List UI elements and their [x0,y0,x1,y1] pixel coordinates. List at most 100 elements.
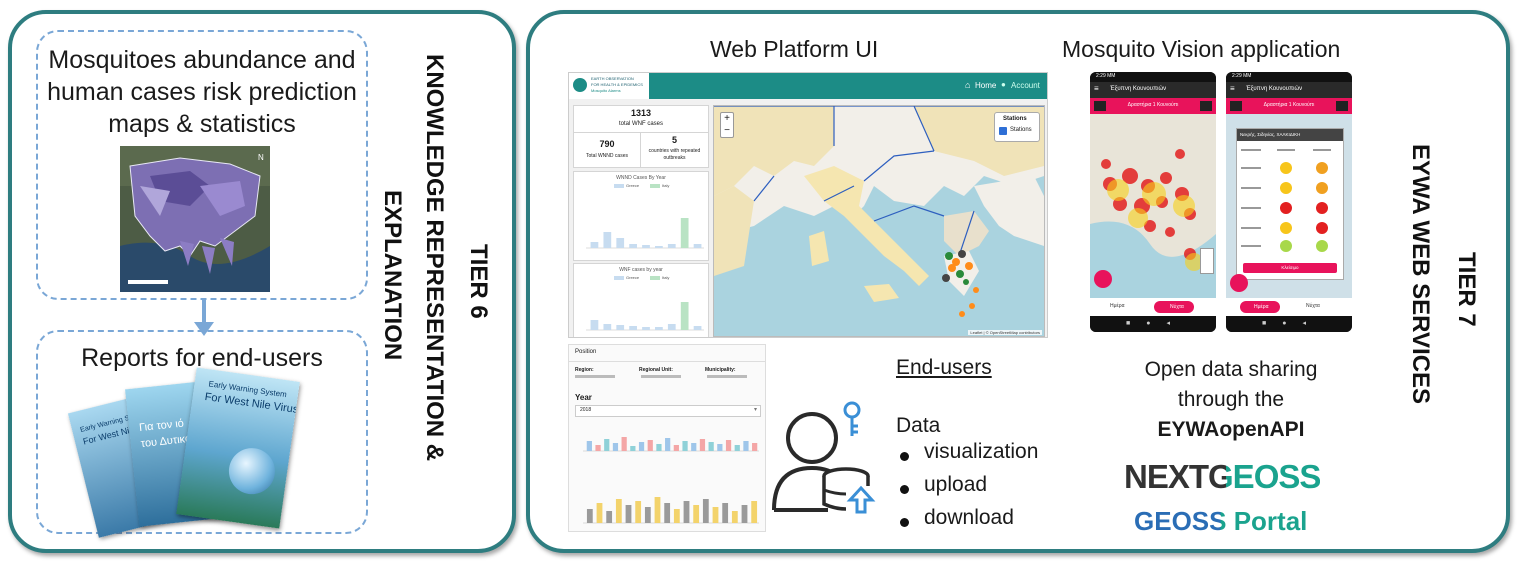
phone-left-heatmap[interactable] [1090,114,1216,298]
phone-right: 2:29 ΜΜ ≡ Έξυπνη Κουνουπιών Δραστήρια 1 … [1226,72,1352,332]
details-top-thumb-bar [612,443,619,451]
wnnd-thumb-bar [603,232,612,248]
wnf-legend-italy-swatch [650,276,660,280]
globe-graphic [225,445,278,498]
stat-total-wnnd-label: Total WNND cases [586,153,628,159]
tier7-title: EYWA WEB SERVICES [1407,144,1434,405]
wnnd-thumb-bar [655,246,663,248]
details-bottom-thumb-bar [664,503,671,523]
risk-prediction-map: N [120,146,270,292]
open-data-line3: EYWAopenAPI [1157,418,1305,441]
phone-right-fab[interactable] [1230,274,1248,292]
map-zoom-control: + − [720,112,734,138]
wnf-thumb-bar [655,327,663,330]
stat-total-wnnd: 790 Total WNND cases [573,132,641,168]
stations-checkbox-label: Stations [1010,127,1032,133]
phone-right-tab-day: Ημέρα [1254,304,1269,310]
details-region-label: Region: [575,367,594,373]
phone-right-popup-title: Νεκρής, Σιδηνίας, ΧΑΛΚΙΔΙΚΗ [1240,132,1301,137]
europe-map[interactable]: + − Stations Stations Leaflet | © OpenSt… [713,105,1045,337]
phone-left-appbar: ≡ Έξυπνη Κουνουπιών [1090,82,1216,98]
phone-left-banner-text: Δραστήρια 1 Κουνούπι [1127,102,1179,108]
details-bottom-thumb-bar [693,505,700,523]
details-top-thumb-bar [708,442,714,451]
phone-right-risk-grid [1241,149,1331,252]
wnnd-thumb-bar [680,218,689,248]
stat-countries: 5 countries with repeated outbreaks [640,132,709,168]
wnnd-legend-italy: Italy [662,183,670,188]
details-top-thumb-bar [752,443,758,451]
phone-right-header: Έξυπνη Κουνουπιών [1246,86,1303,92]
map-zoom-out-button[interactable]: − [721,125,733,137]
stations-checkbox[interactable] [999,127,1007,135]
details-bottom-thumb-bar [625,505,632,523]
phone-right-banner-btn-right[interactable] [1336,101,1348,111]
details-top-thumb-bar [673,445,679,451]
tier7-label: TIER 7 [1453,252,1480,327]
wnf-thumb-bar [590,320,599,330]
map-zoom-in-button[interactable]: + [721,113,733,125]
stat-total-wnf-value: 1313 [630,108,652,118]
wnf-chart-title: WNF cases by year [619,267,663,273]
details-bottom-thumb-bar [586,509,593,523]
data-items-list: visualization upload download [896,440,1038,539]
nav-home-link[interactable]: Home [975,81,996,90]
wnnd-thumb-bar [667,244,676,248]
phone-left-zoom[interactable] [1200,248,1214,274]
wnf-chart-svg [586,302,704,331]
phone-left-tab-day[interactable]: Ημέρα [1110,303,1124,309]
details-bottom-thumb-bar [712,507,719,523]
data-item-upload: upload [896,473,1038,506]
nav-account-link[interactable]: Account [1011,81,1040,90]
details-bottom-thumb-bar [751,501,758,523]
user-database-icon [772,401,876,514]
wnf-chart-card: WNF cases by year Greece Italy [573,263,709,337]
stat-countries-label-1: countries with repeated [648,148,701,154]
risk-map-svg: N [120,146,270,292]
details-top-thumb-bar [717,444,723,451]
data-label: Data [896,414,941,437]
mosquito-vision-title: Mosquito Vision application [1062,36,1341,62]
phone-left-time: 2:29 ΜΜ [1096,73,1116,79]
phone-right-time: 2:29 ΜΜ [1232,73,1252,79]
year-select-value: 2018 [580,407,592,413]
details-top-thumb-bar [638,442,645,451]
stat-countries-value: 5 [671,135,677,145]
phone-right-close-button[interactable]: Κλείσιμο [1243,263,1337,273]
phone-right-map[interactable]: Νεκρής, Σιδηνίας, ΧΑΛΚΙΔΙΚΗ Κλείσιμο [1226,114,1352,298]
wnf-legend-greece: Greece [626,275,640,280]
details-chart-top [583,437,759,452]
phone-left-banner-btn-right[interactable] [1200,101,1212,111]
phone-right-navbar: ■●◂ [1226,316,1352,332]
wnnd-chart-title: WNND Cases By Year [616,175,666,181]
wnnd-thumb-bar [642,245,650,248]
phone-right-banner: Δραστήρια 1 Κουνούπι [1226,98,1352,114]
menu-icon[interactable]: ≡ [1230,84,1235,93]
year-select[interactable]: 2018 ▾ [575,405,761,417]
wnnd-thumb-bar [693,244,702,248]
nextgeoss-logo: NEXTGEOSS [1124,458,1321,496]
phone-left-tabbar: Ημέρα Νύχτα [1090,298,1216,316]
user-icon: ● [1001,80,1006,89]
geoss-portal-logo-text: GEOSS Portal [1134,506,1308,536]
details-top-thumb-bar [586,441,592,451]
wnnd-chart-card: WNND Cases By Year Greece Italy [573,171,709,261]
menu-icon[interactable]: ≡ [1094,84,1099,93]
details-top-thumb-bar [647,440,653,451]
phone-right-tab-night[interactable]: Νύχτα [1306,303,1320,309]
phone-right-tab-day-pill[interactable]: Ημέρα [1240,301,1280,313]
web-platform-title: Web Platform UI [710,36,879,62]
phone-left-tab-night-pill[interactable]: Νύχτα [1154,301,1194,313]
phone-right-banner-text: Δραστήρια 1 Κουνούπι [1263,102,1315,108]
details-bottom-thumb-bar [683,501,690,523]
wnnd-thumb-bar [629,244,637,248]
map-attribution: Leaflet | © OpenStreetMap contributors [968,330,1042,335]
data-item-download: download [896,506,1038,539]
phone-right-appbar: ≡ Έξυπνη Κουνουπιών [1226,82,1352,98]
phone-left-fab[interactable] [1094,270,1112,288]
web-logo-line3: Mosquito Alarms [591,88,621,93]
tier6-label: TIER 6 [465,244,492,319]
phone-right-tabbar: Ημέρα Νύχτα [1226,298,1352,316]
details-top-thumb-bar [691,443,697,451]
stat-total-wnf-label: total WNF cases [618,121,663,127]
